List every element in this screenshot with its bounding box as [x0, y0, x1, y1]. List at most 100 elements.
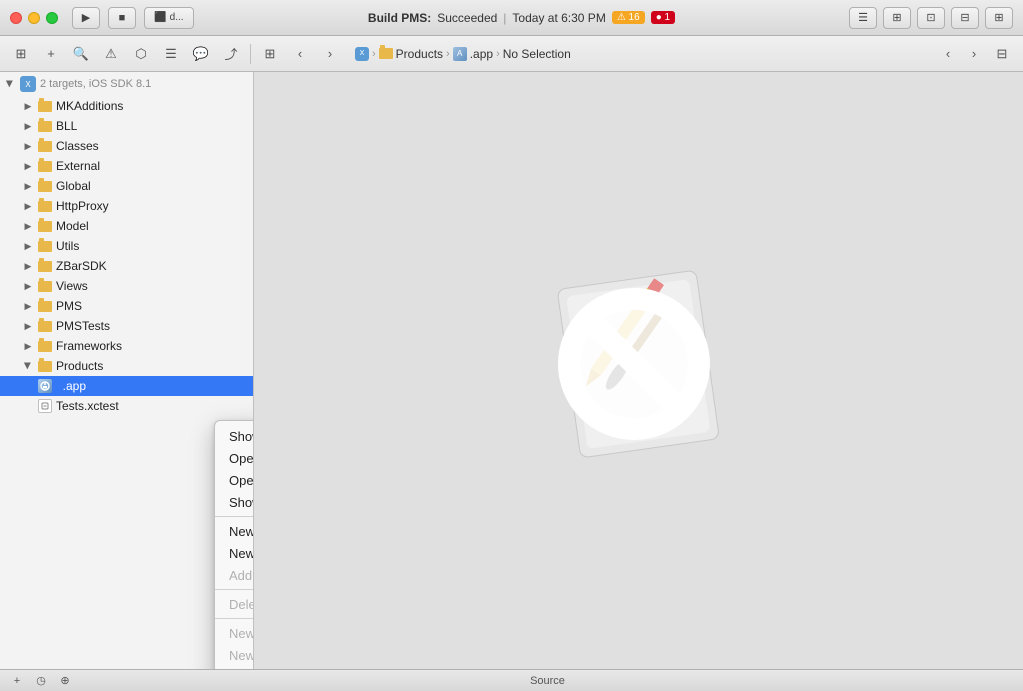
sidebar-item-bll[interactable]: ▶ BLL — [0, 116, 253, 136]
view-toggle-4[interactable]: ⊟ — [951, 7, 979, 29]
sidebar-item-classes[interactable]: ▶ Classes — [0, 136, 253, 156]
maximize-button[interactable] — [46, 12, 58, 24]
sidebar-item-httpproxy[interactable]: ▶ HttpProxy — [0, 196, 253, 216]
breadcrumb-app[interactable]: A .app — [453, 47, 493, 61]
disclosure-model[interactable]: ▶ — [22, 220, 34, 232]
source-control-button[interactable]: ⤴ — [218, 43, 244, 65]
menu-show-in-finder-label: Show in Finder — [229, 429, 254, 444]
disclosure-views[interactable]: ▶ — [22, 280, 34, 292]
stop-button[interactable]: ■ — [108, 7, 136, 29]
label-model: Model — [56, 219, 89, 233]
folder-icon-products — [38, 361, 52, 372]
add-button[interactable]: + — [38, 43, 64, 65]
build-status: Succeeded — [437, 11, 497, 25]
menu-open-external-editor[interactable]: Open with External Editor — [215, 447, 254, 469]
editor-area — [254, 72, 1023, 669]
nav-back-button[interactable]: ‹ — [287, 43, 313, 65]
alert-nav-left[interactable]: ‹ — [937, 43, 959, 65]
breakpoint-button[interactable]: ⬡ — [128, 43, 154, 65]
search-button[interactable]: 🔍 — [68, 43, 94, 65]
no-selection-graphic — [539, 259, 739, 482]
error-badge[interactable]: ● 1 — [651, 11, 675, 24]
disclosure-bll[interactable]: ▶ — [22, 120, 34, 132]
minimize-button[interactable] — [28, 12, 40, 24]
menu-open-as[interactable]: Open As ▶ — [215, 469, 254, 491]
sidebar-item-mkadditions[interactable]: ▶ MKAdditions — [0, 96, 253, 116]
alert-nav-right[interactable]: › — [963, 43, 985, 65]
disclosure-zbarsdk[interactable]: ▶ — [22, 260, 34, 272]
sidebar-item-global[interactable]: ▶ Global — [0, 176, 253, 196]
sidebar-item-external[interactable]: ▶ External — [0, 156, 253, 176]
disclosure-products[interactable]: ▶ — [22, 360, 34, 372]
disclosure-global[interactable]: ▶ — [22, 180, 34, 192]
breadcrumb-selection: No Selection — [503, 47, 571, 61]
menu-new-file-label: New File... — [229, 524, 254, 539]
disclosure-pmstests[interactable]: ▶ — [22, 320, 34, 332]
nav-grid-button[interactable]: ⊞ — [257, 43, 283, 65]
navigator-toggle[interactable]: ⊞ — [8, 43, 34, 65]
view-toggle-2[interactable]: ⊞ — [883, 7, 911, 29]
menu-sep-2 — [215, 589, 254, 590]
breadcrumb: X › Products › A .app › No Selection — [347, 47, 933, 61]
disclosure-frameworks[interactable]: ▶ — [22, 340, 34, 352]
panel-inspector[interactable]: ⊟ — [989, 43, 1015, 65]
menu-show-file-inspector[interactable]: Show File Inspector — [215, 491, 254, 513]
play-button[interactable]: ▶ — [72, 7, 100, 29]
view-toggle-1[interactable]: ☰ — [849, 7, 877, 29]
sidebar-item-products[interactable]: ▶ Products — [0, 356, 253, 376]
sidebar-item-frameworks[interactable]: ▶ Frameworks — [0, 336, 253, 356]
label-xctest: Tests.xctest — [56, 399, 119, 413]
breadcrumb-app-label: .app — [470, 47, 493, 61]
disclosure-external[interactable]: ▶ — [22, 160, 34, 172]
folder-icon-zbarsdk — [38, 261, 52, 272]
comment-button[interactable]: 💬 — [188, 43, 214, 65]
menu-show-in-finder[interactable]: Show in Finder — [215, 425, 254, 447]
scheme-selector[interactable]: ⬛ d... — [144, 7, 194, 29]
label-external: External — [56, 159, 100, 173]
sidebar-item-zbarsdk[interactable]: ▶ ZBarSDK — [0, 256, 253, 276]
folder-icon-pmstests — [38, 321, 52, 332]
bottom-warning-btn[interactable]: ⊕ — [56, 673, 74, 689]
build-time: Today at 6:30 PM — [512, 11, 605, 25]
project-disclosure[interactable]: ▶ — [4, 78, 16, 90]
project-root[interactable]: ▶ X 2 targets, iOS SDK 8.1 — [0, 72, 253, 96]
menu-new-group-selection-label: New Group from Selection — [229, 648, 254, 663]
close-button[interactable] — [10, 12, 22, 24]
folder-icon-httpproxy — [38, 201, 52, 212]
bottom-filter-btn[interactable]: ◷ — [32, 673, 50, 689]
sidebar-item-utils[interactable]: ▶ Utils — [0, 236, 253, 256]
traffic-lights — [10, 12, 58, 24]
menu-new-project[interactable]: New Project... — [215, 542, 254, 564]
breadcrumb-folder[interactable]: Products — [379, 47, 443, 61]
bottom-add-btn[interactable]: + — [8, 673, 26, 689]
panel-toggle[interactable]: ⊞ — [985, 7, 1013, 29]
toolbar-right: ‹ › ⊟ — [937, 43, 1015, 65]
project-label: 2 targets, iOS SDK 8.1 — [40, 78, 151, 90]
warning-button[interactable]: ⚠ — [98, 43, 124, 65]
disclosure-httpproxy[interactable]: ▶ — [22, 200, 34, 212]
menu-new-project-label: New Project... — [229, 546, 254, 561]
nav-forward-button[interactable]: › — [317, 43, 343, 65]
sidebar-item-pms[interactable]: ▶ PMS — [0, 296, 253, 316]
disclosure-utils[interactable]: ▶ — [22, 240, 34, 252]
label-app: .app — [56, 379, 86, 393]
sidebar-item-views[interactable]: ▶ Views — [0, 276, 253, 296]
menu-new-group-selection: New Group from Selection — [215, 644, 254, 666]
breadcrumb-project[interactable]: X — [355, 47, 369, 61]
warning-badge[interactable]: ⚠ 16 — [612, 11, 645, 24]
folder-icon-external — [38, 161, 52, 172]
sidebar-item-app[interactable]: .app — [0, 376, 253, 396]
toolbar: ⊞ + 🔍 ⚠ ⬡ ☰ 💬 ⤴ ⊞ ‹ › X › Products › A .… — [0, 36, 1023, 72]
disclosure-pms[interactable]: ▶ — [22, 300, 34, 312]
label-pms: PMS — [56, 299, 82, 313]
filter-button[interactable]: ☰ — [158, 43, 184, 65]
menu-new-file[interactable]: New File... — [215, 520, 254, 542]
sidebar-item-xctest[interactable]: Tests.xctest — [0, 396, 253, 416]
disclosure-classes[interactable]: ▶ — [22, 140, 34, 152]
sidebar-item-model[interactable]: ▶ Model — [0, 216, 253, 236]
disclosure-mkadditions[interactable]: ▶ — [22, 100, 34, 112]
build-project-name: Build PMS: — [368, 11, 431, 25]
view-toggle-3[interactable]: ⊡ — [917, 7, 945, 29]
sidebar-item-pmstests[interactable]: ▶ PMSTests — [0, 316, 253, 336]
label-views: Views — [56, 279, 88, 293]
